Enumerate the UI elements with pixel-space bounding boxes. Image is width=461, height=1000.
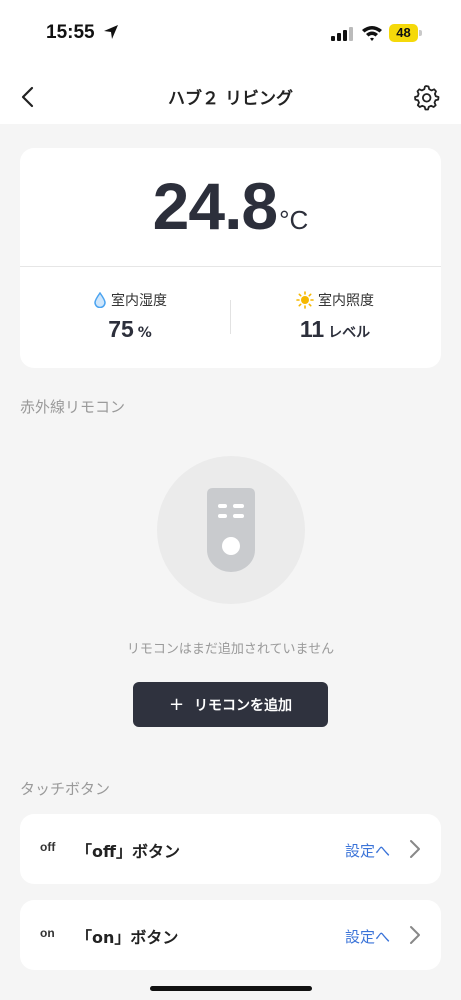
humidity-value: 75 — [108, 316, 134, 342]
add-remote-button[interactable]: + リモコンを追加 — [133, 682, 328, 727]
illuminance-unit: レベル — [328, 325, 371, 341]
page-title: ハブ２ リビング — [168, 89, 293, 109]
off-icon: off — [40, 840, 56, 854]
ir-remote-section-title: 赤外線リモコン — [20, 398, 126, 416]
sun-icon — [296, 291, 314, 309]
status-time: 15:55 — [46, 22, 95, 43]
temperature-value: 24.8 — [152, 169, 278, 243]
location-arrow-icon — [104, 25, 118, 39]
illuminance-label: 室内照度 — [318, 293, 374, 309]
remote-placeholder — [157, 456, 305, 604]
nav-bar: ハブ２ リビング — [0, 70, 461, 124]
illuminance-value: 11 — [299, 316, 325, 342]
settings-link[interactable]: 設定へ — [345, 926, 390, 947]
touch-button-off-row[interactable]: off 「off」ボタン 設定へ — [20, 814, 441, 884]
stat-divider — [230, 300, 231, 334]
water-drop-icon — [94, 292, 106, 308]
remote-control-icon — [207, 488, 255, 572]
touch-buttons-section-title: タッチボタン — [20, 780, 111, 798]
humidity-unit: % — [137, 325, 152, 341]
battery-indicator: 48 — [389, 24, 423, 42]
chevron-right-icon — [410, 840, 420, 858]
climate-card: 24.8°C 室内湿度 75% 室内照度 11 レベル — [20, 148, 441, 368]
plus-icon: + — [168, 694, 185, 715]
temperature-display: 24.8°C — [20, 168, 441, 244]
battery-level: 48 — [396, 25, 411, 40]
illuminance-stat: 室内照度 11 レベル — [235, 290, 435, 343]
cellular-signal-icon — [331, 27, 353, 41]
empty-remote-message: リモコンはまだ追加されていません — [126, 642, 335, 657]
status-bar: 15:55 48 — [0, 0, 461, 70]
touch-button-label: 「on」ボタン — [76, 928, 179, 947]
home-indicator — [150, 986, 312, 991]
temperature-unit: °C — [279, 205, 309, 235]
on-icon: on — [40, 926, 55, 940]
add-remote-label: リモコンを追加 — [194, 697, 293, 714]
gear-icon[interactable] — [412, 83, 440, 111]
settings-link[interactable]: 設定へ — [345, 840, 390, 861]
humidity-stat: 室内湿度 75% — [30, 290, 230, 343]
chevron-right-icon — [410, 926, 420, 944]
touch-button-on-row[interactable]: on 「on」ボタン 設定へ — [20, 900, 441, 970]
wifi-icon — [362, 26, 382, 41]
card-divider — [20, 266, 441, 267]
touch-button-label: 「off」ボタン — [76, 842, 180, 861]
humidity-label: 室内湿度 — [111, 293, 167, 309]
